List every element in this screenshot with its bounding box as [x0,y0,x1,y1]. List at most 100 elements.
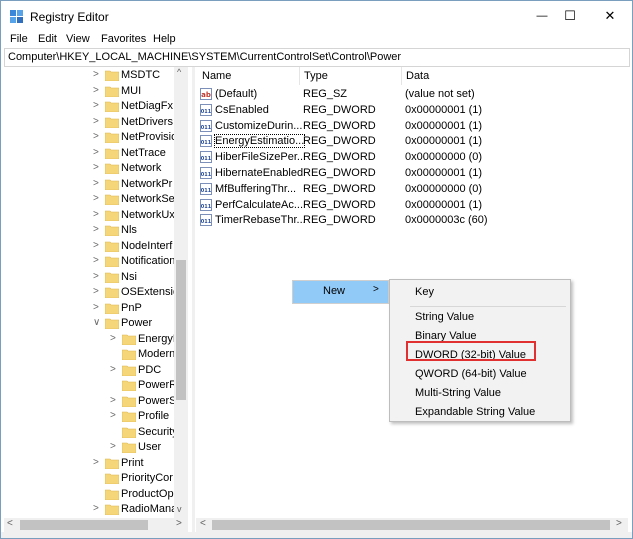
tree-item-label: NodeInterf [121,239,173,252]
value-name: EnergyEstimatio... [213,134,306,149]
binary-value-icon: 011 [200,103,212,116]
folder-icon [105,163,119,174]
value-type: REG_DWORD [303,151,376,164]
expand-arrow-icon[interactable]: > [93,178,103,189]
title-bar[interactable]: Registry Editor — ☐ ✕ [1,1,632,31]
value-data: 0x00000000 (0) [405,151,483,164]
expand-arrow-icon[interactable]: > [93,116,103,127]
expand-arrow-icon[interactable]: > [93,302,103,313]
expand-arrow-icon[interactable]: > [93,101,103,111]
expand-arrow-icon[interactable]: > [93,209,103,220]
tree-scroll-thumb[interactable] [176,260,186,400]
submenu-item-qword-value[interactable]: QWORD (64-bit) Value [415,368,527,380]
close-button[interactable]: ✕ [587,1,633,31]
expand-arrow-icon[interactable]: > [93,225,103,235]
value-row[interactable]: ab (Default) REG_SZ (value not set) [196,86,628,102]
tree-hscroll-thumb[interactable] [20,520,148,530]
value-row[interactable]: 011 PerfCalculateAc... REG_DWORD 0x00000001… [196,197,628,213]
expand-arrow-icon[interactable]: > [93,132,103,142]
tree-item-label: User [138,441,162,453]
scroll-left-icon[interactable]: < [7,518,13,529]
svg-text:011: 011 [201,204,212,210]
expand-arrow-icon[interactable]: > [93,163,103,173]
folder-icon [105,504,119,515]
menu-edit[interactable]: Edit [38,33,57,45]
value-name: CustomizeDurin... [215,119,303,132]
context-menu-new[interactable]: New > [292,280,389,304]
submenu-item-string-value[interactable]: String Value [415,311,474,323]
expand-arrow-icon[interactable]: > [93,287,103,297]
tree-vertical-scrollbar[interactable]: ^ v [174,67,188,518]
column-header-name[interactable]: Name [202,70,231,82]
value-row[interactable]: 011 TimerRebaseThr... REG_DWORD 0x0000003c … [196,212,628,228]
values-hscroll-thumb[interactable] [212,520,610,530]
expand-arrow-icon[interactable]: > [93,240,103,251]
value-row[interactable]: 011 HiberFileSizePer... REG_DWORD 0x0000000… [196,149,628,165]
tree-item-label: PowerS [138,394,177,407]
values-horizontal-scrollbar[interactable]: < > [196,518,628,532]
expand-arrow-icon[interactable]: > [110,395,120,406]
expand-arrow-icon[interactable]: > [110,333,120,344]
expand-arrow-icon[interactable]: > [93,70,103,80]
submenu-item-key[interactable]: Key [415,286,434,298]
value-row[interactable]: 011 MfBufferingThr... REG_DWORD 0x00000000 … [196,181,628,197]
submenu-item-expandable-string-value[interactable]: Expandable String Value [415,406,535,418]
expand-arrow-icon[interactable]: > [93,457,103,468]
scroll-right-icon[interactable]: > [176,518,182,529]
tree-item-label: OSExtensio [121,286,180,298]
expand-arrow-icon[interactable]: > [93,194,103,204]
tree-item-label: Modern [138,348,176,360]
tree-item-label: NetworkUx [121,208,175,221]
folder-icon [105,132,119,143]
scroll-right-icon[interactable]: > [616,518,622,529]
folder-icon [105,256,119,267]
column-divider[interactable] [401,67,402,85]
value-type: REG_DWORD [303,103,376,116]
value-row[interactable]: 011 CsEnabled REG_DWORD 0x00000001 (1) [196,102,628,118]
expand-arrow-icon[interactable]: > [93,256,103,266]
tree-horizontal-scrollbar[interactable]: < > [4,518,188,532]
folder-icon [105,241,119,252]
scroll-up-icon[interactable]: ^ [177,67,181,77]
menu-favorites[interactable]: Favorites [101,33,146,45]
tree-item-label: NetworkSe [121,193,175,205]
column-header-type[interactable]: Type [304,70,328,82]
expand-arrow-icon[interactable]: > [93,147,103,158]
address-path[interactable]: Computer\HKEY_LOCAL_MACHINE\SYSTEM\Curre… [8,51,401,63]
expand-arrow-icon[interactable]: > [110,364,120,375]
menu-file[interactable]: File [10,33,28,45]
value-type: REG_DWORD [303,214,376,227]
expand-arrow-icon[interactable]: > [93,85,103,96]
tree-item-label: Print [121,456,144,469]
minimize-icon: — [536,10,548,22]
binary-value-icon: 011 [200,135,212,148]
column-header-data[interactable]: Data [406,70,429,82]
menu-view[interactable]: View [66,33,90,45]
scroll-left-icon[interactable]: < [200,518,206,529]
value-row[interactable]: 011 CustomizeDurin... REG_DWORD 0x00000001 … [196,118,628,134]
expand-arrow-icon[interactable]: > [110,411,120,421]
folder-icon [105,318,119,329]
binary-value-icon: 011 [200,151,212,164]
submenu-arrow-icon: > [373,284,379,295]
value-data: 0x00000000 (0) [405,182,483,195]
expand-arrow-icon[interactable]: > [93,271,103,282]
tree-item-label: NetworkPr [121,177,173,190]
folder-icon [105,303,119,314]
expand-arrow-icon[interactable]: > [93,504,103,514]
expand-arrow-icon[interactable]: > [110,442,120,452]
binary-value-icon: 011 [200,214,212,227]
menu-help[interactable]: Help [153,33,176,45]
pane-splitter[interactable] [192,67,195,532]
scroll-down-icon[interactable]: v [177,504,182,514]
value-row[interactable]: 011 HibernateEnabled REG_DWORD 0x00000001 (… [196,165,628,181]
value-data: 0x00000001 (1) [405,167,483,179]
submenu-item-multi-string-value[interactable]: Multi-String Value [415,387,501,399]
string-value-icon: ab [200,88,212,100]
collapse-arrow-icon[interactable]: ∨ [93,318,103,328]
column-divider[interactable] [299,67,300,85]
menu-bar: File Edit View Favorites Help [1,31,632,49]
address-bar[interactable]: Computer\HKEY_LOCAL_MACHINE\SYSTEM\Curre… [4,48,630,67]
tree-item-label: PowerR [138,379,178,391]
value-row[interactable]: 011 EnergyEstimatio... REG_DWORD 0x00000001… [196,133,628,149]
